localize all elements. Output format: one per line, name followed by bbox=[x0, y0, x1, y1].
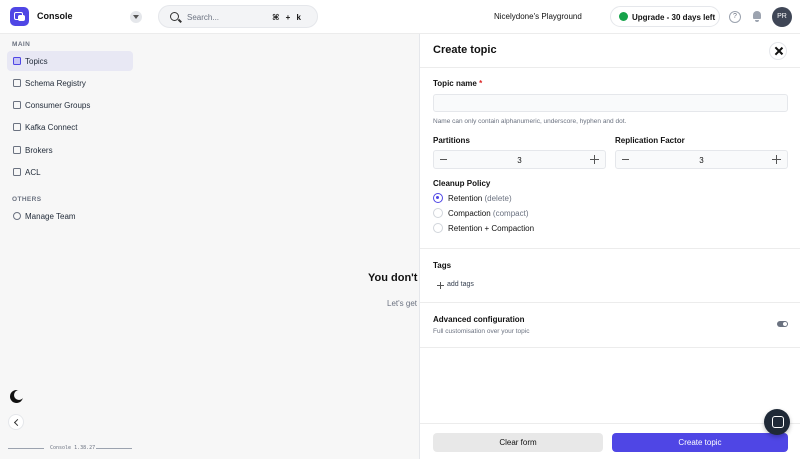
partitions-value[interactable]: 3 bbox=[434, 156, 605, 165]
close-icon[interactable] bbox=[769, 42, 787, 60]
search-bar[interactable]: Search... ⌘ + k bbox=[158, 5, 318, 28]
radio-retention-compaction[interactable] bbox=[433, 223, 443, 233]
empty-state-title: You don't bbox=[368, 272, 418, 284]
collapse-sidebar-button[interactable] bbox=[8, 414, 24, 430]
sidebar-item-label: Topics bbox=[25, 57, 48, 66]
brokers-icon bbox=[13, 146, 21, 154]
chevron-down-icon[interactable] bbox=[130, 11, 142, 23]
replication-factor-stepper[interactable]: 3 bbox=[615, 150, 788, 169]
user-icon bbox=[13, 212, 21, 220]
version-footer: Console 1.38.27 bbox=[8, 445, 132, 453]
divider bbox=[420, 347, 800, 348]
sidebar-item-label: Kafka Connect bbox=[25, 123, 78, 132]
sidebar-item-label: Brokers bbox=[25, 146, 53, 155]
divider bbox=[420, 302, 800, 303]
drawer-title: Create topic bbox=[433, 44, 497, 56]
moon-icon[interactable] bbox=[10, 390, 24, 403]
sidebar-item-brokers[interactable]: Brokers bbox=[7, 140, 133, 160]
workspace-name[interactable]: Nicelydone's Playground bbox=[494, 12, 582, 21]
key-icon bbox=[13, 168, 21, 176]
avatar[interactable]: PR bbox=[772, 7, 792, 27]
sidebar-item-acl[interactable]: ACL bbox=[7, 162, 133, 182]
plus-icon[interactable] bbox=[437, 282, 444, 289]
sidebar-item-topics[interactable]: Topics bbox=[7, 51, 133, 71]
divider bbox=[420, 248, 800, 249]
replication-factor-value[interactable]: 3 bbox=[616, 156, 787, 165]
upgrade-button[interactable]: Upgrade - 30 days left bbox=[610, 6, 720, 27]
partitions-stepper[interactable]: 3 bbox=[433, 150, 606, 169]
tags-label: Tags bbox=[433, 261, 452, 270]
console-logo-icon[interactable] bbox=[10, 7, 29, 26]
topic-name-hint: Name can only contain alphanumeric, unde… bbox=[433, 118, 627, 125]
radio-compaction[interactable] bbox=[433, 208, 443, 218]
required-mark: * bbox=[479, 79, 483, 88]
create-topic-drawer: Create topic Topic name * Name can only … bbox=[419, 34, 800, 459]
sidebar-item-manage-team[interactable]: Manage Team bbox=[7, 206, 133, 226]
sidebar-item-label: ACL bbox=[25, 168, 41, 177]
radio-option-text: Retention + Compaction bbox=[448, 224, 535, 233]
bell-icon[interactable] bbox=[752, 11, 762, 22]
advanced-config-label: Advanced configuration bbox=[433, 315, 525, 324]
consumer-groups-icon bbox=[13, 101, 21, 109]
sidebar-item-consumer-groups[interactable]: Consumer Groups bbox=[7, 95, 133, 115]
empty-state-subtitle: Let's get bbox=[387, 299, 417, 308]
upgrade-label: Upgrade - 30 days left bbox=[632, 13, 716, 22]
radio-retention-label[interactable]: Retention (delete) bbox=[448, 194, 512, 203]
top-header: Console Search... ⌘ + k Nicelydone's Pla… bbox=[0, 0, 800, 34]
status-dot-icon bbox=[619, 12, 628, 21]
search-shortcut: ⌘ + k bbox=[272, 13, 303, 22]
schema-registry-icon bbox=[13, 79, 21, 87]
sidebar-item-label: Schema Registry bbox=[25, 79, 86, 88]
advanced-config-toggle[interactable] bbox=[777, 321, 788, 327]
version-label: Console 1.38.27 bbox=[50, 445, 96, 451]
help-icon[interactable]: ? bbox=[729, 11, 741, 23]
radio-compaction-label[interactable]: Compaction (compact) bbox=[448, 209, 528, 218]
radio-retention[interactable] bbox=[433, 193, 443, 203]
radio-option-hint: (delete) bbox=[484, 194, 512, 203]
section-label-others: OTHERS bbox=[12, 196, 42, 203]
clear-form-button[interactable]: Clear form bbox=[433, 433, 603, 452]
topic-name-input[interactable] bbox=[433, 94, 788, 112]
drawer-footer: Clear form Create topic bbox=[420, 423, 800, 459]
radio-retention-compaction-label[interactable]: Retention + Compaction bbox=[448, 224, 534, 233]
app-title: Console bbox=[37, 11, 73, 21]
advanced-config-subtitle: Full customisation over your topic bbox=[433, 328, 530, 335]
add-tags-button[interactable]: add tags bbox=[447, 281, 474, 288]
topics-icon bbox=[13, 57, 21, 65]
plus-icon[interactable] bbox=[590, 155, 599, 164]
section-label-main: MAIN bbox=[12, 41, 31, 48]
create-topic-button[interactable]: Create topic bbox=[612, 433, 788, 452]
radio-option-hint: (compact) bbox=[492, 209, 529, 218]
sidebar-item-label: Manage Team bbox=[25, 212, 76, 221]
divider bbox=[420, 67, 800, 68]
replication-factor-label: Replication Factor bbox=[615, 136, 685, 145]
kafka-connect-icon bbox=[13, 123, 21, 131]
radio-option-text: Compaction bbox=[448, 209, 491, 218]
search-icon bbox=[170, 12, 179, 21]
topic-name-label: Topic name * bbox=[433, 79, 482, 88]
search-placeholder: Search... bbox=[187, 13, 220, 22]
plus-icon[interactable] bbox=[772, 155, 781, 164]
sidebar-item-kafka-connect[interactable]: Kafka Connect bbox=[7, 117, 133, 137]
radio-option-text: Retention bbox=[448, 194, 483, 203]
sidebar-item-schema-registry[interactable]: Schema Registry bbox=[7, 73, 133, 93]
sidebar-item-label: Consumer Groups bbox=[25, 101, 91, 110]
chat-icon[interactable] bbox=[764, 409, 790, 435]
cleanup-policy-label: Cleanup Policy bbox=[433, 179, 491, 188]
topic-name-label-text: Topic name bbox=[433, 79, 477, 88]
partitions-label: Partitions bbox=[433, 136, 470, 145]
